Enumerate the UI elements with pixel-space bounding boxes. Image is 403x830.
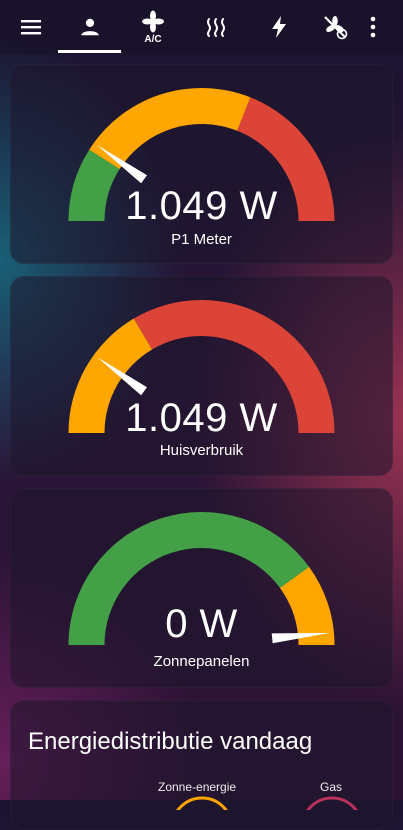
- gauge-name: P1 Meter: [171, 231, 232, 248]
- tab-fan[interactable]: [310, 0, 360, 54]
- distribution-nodes: [176, 796, 358, 810]
- gauge-value: 1.049 W: [125, 396, 278, 440]
- gauge-card-p1-meter[interactable]: 1.049 W P1 Meter: [10, 64, 393, 264]
- gauge-name: Zonnepanelen: [153, 653, 250, 670]
- active-tab-indicator: [58, 50, 121, 53]
- menu-button[interactable]: [8, 0, 54, 54]
- menu-icon: [21, 20, 41, 35]
- tab-energy[interactable]: [247, 0, 310, 54]
- ac-fan-icon: A/C: [141, 10, 164, 44]
- tab-person[interactable]: [58, 0, 121, 54]
- gauge-value: 1.049 W: [125, 184, 278, 228]
- heating-icon: [206, 18, 225, 37]
- overflow-menu-button[interactable]: [360, 0, 386, 54]
- lightning-icon: [271, 16, 286, 38]
- gauge-card-huisverbruik[interactable]: 1.049 W Huisverbruik: [10, 276, 393, 476]
- more-vert-icon: [370, 16, 376, 38]
- top-app-bar: A/C: [0, 0, 403, 54]
- gauge-name: Huisverbruik: [159, 442, 244, 459]
- person-icon: [80, 18, 99, 36]
- tab-ac[interactable]: A/C: [121, 0, 184, 54]
- ac-label: A/C: [144, 34, 161, 44]
- fan-off-icon: [324, 16, 348, 40]
- energy-distribution-card[interactable]: Energiedistributie vandaag Zonne-energie…: [10, 700, 393, 830]
- gauge-card-zonnepanelen[interactable]: 0 W Zonnepanelen: [10, 488, 393, 688]
- gauge-value: 0 W: [165, 602, 238, 646]
- tab-heating[interactable]: [184, 0, 247, 54]
